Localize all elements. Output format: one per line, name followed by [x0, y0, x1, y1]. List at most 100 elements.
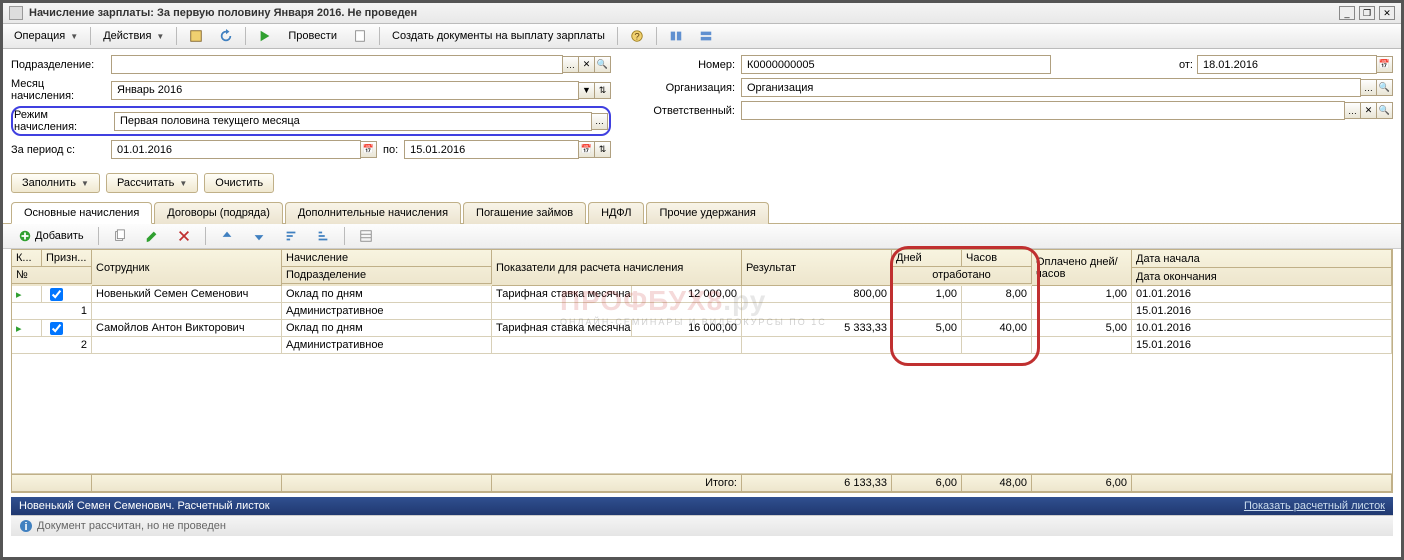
resp-clear-btn[interactable]: ✕: [1360, 102, 1377, 119]
org-search-btn[interactable]: 🔍: [1376, 79, 1393, 96]
fill-button[interactable]: Заполнить▼: [11, 173, 100, 193]
resp-input[interactable]: [741, 101, 1345, 120]
org-select-btn[interactable]: …: [1360, 79, 1377, 96]
status-text: Документ рассчитан, но не проведен: [37, 520, 226, 532]
actions-menu[interactable]: Действия▼: [96, 27, 171, 45]
table-row[interactable]: ▸ Самойлов Антон Викторович Оклад по дня…: [12, 320, 1392, 354]
col-result[interactable]: Результат: [742, 250, 892, 286]
subdivision-clear-btn[interactable]: ✕: [578, 56, 595, 73]
action-button-row: Заполнить▼ Рассчитать▼ Очистить: [3, 169, 1401, 201]
month-stepper-btn[interactable]: ⇅: [594, 82, 611, 99]
data-grid[interactable]: К... Призн... № Сотрудник Начисление Под…: [11, 249, 1393, 493]
minimize-button[interactable]: _: [1339, 6, 1355, 20]
tab-other[interactable]: Прочие удержания: [646, 202, 768, 224]
tab-contracts[interactable]: Договоры (подряда): [154, 202, 283, 224]
tab-loans[interactable]: Погашение займов: [463, 202, 586, 224]
provesti-button[interactable]: Провести: [281, 27, 344, 45]
mode-select-btn[interactable]: …: [591, 113, 608, 130]
info-icon: i: [19, 519, 33, 533]
mode-input[interactable]: [114, 112, 592, 131]
date-input[interactable]: [1197, 55, 1377, 74]
number-input[interactable]: [741, 55, 1051, 74]
operation-menu[interactable]: Операция▼: [7, 27, 85, 45]
col-accrual[interactable]: Начисление: [282, 250, 492, 267]
col-hours[interactable]: Часов: [962, 250, 1032, 267]
clear-button[interactable]: Очистить: [204, 173, 274, 193]
col-k[interactable]: К...: [12, 250, 42, 267]
resp-label: Ответственный:: [651, 105, 741, 117]
app-icon: [9, 6, 23, 20]
subdivision-search-btn[interactable]: 🔍: [594, 56, 611, 73]
row1-check[interactable]: [50, 288, 63, 301]
copy-row-icon[interactable]: [106, 226, 134, 246]
month-label: Месяц начисления:: [11, 78, 111, 102]
period-from-label: За период с:: [11, 144, 111, 156]
table-row[interactable]: ▸ Новенький Семен Семенович Оклад по дня…: [12, 286, 1392, 320]
col-dstart[interactable]: Дата начала: [1132, 250, 1392, 268]
sort-asc-icon[interactable]: [277, 226, 305, 246]
col-n[interactable]: №: [12, 267, 92, 284]
number-label: Номер:: [651, 59, 741, 71]
period-from-cal-icon[interactable]: 📅: [360, 141, 377, 158]
tb-icon-1[interactable]: [182, 26, 210, 46]
date-label: от:: [1175, 59, 1197, 71]
col-paid[interactable]: Оплачено дней/часов: [1032, 250, 1132, 286]
row2-check[interactable]: [50, 322, 63, 335]
show-payslip-link[interactable]: Показать расчетный листок: [1244, 500, 1385, 512]
status-bar-payslip: Новенький Семен Семенович. Расчетный лис…: [11, 497, 1393, 515]
col-days[interactable]: Дней: [892, 250, 962, 267]
window-title: Начисление зарплаты: За первую половину …: [29, 7, 1335, 19]
maximize-button[interactable]: ❐: [1359, 6, 1375, 20]
tb-doc-icon[interactable]: [346, 26, 374, 46]
tb-play-icon[interactable]: [251, 26, 279, 46]
move-down-icon[interactable]: [245, 226, 273, 246]
tab-ndfl[interactable]: НДФЛ: [588, 202, 644, 224]
col-worked[interactable]: отработано: [892, 267, 1032, 284]
period-to-cal-icon[interactable]: 📅: [578, 141, 595, 158]
sort-desc-icon[interactable]: [309, 226, 337, 246]
form-area: Подразделение: … ✕ 🔍 Месяц начисления: ▼…: [3, 49, 1401, 169]
tab-bar: Основные начисления Договоры (подряда) Д…: [3, 201, 1401, 224]
period-to-label: по:: [377, 144, 404, 156]
org-input[interactable]: [741, 78, 1361, 97]
create-docs-button[interactable]: Создать документы на выплату зарплаты: [385, 27, 612, 45]
svg-text:?: ?: [634, 32, 639, 43]
mode-label: Режим начисления:: [14, 109, 114, 133]
period-stepper-btn[interactable]: ⇅: [594, 141, 611, 158]
month-dd-btn[interactable]: ▼: [578, 82, 595, 99]
resp-select-btn[interactable]: …: [1344, 102, 1361, 119]
subdivision-select-btn[interactable]: …: [562, 56, 579, 73]
move-up-icon[interactable]: [213, 226, 241, 246]
grid-settings-icon[interactable]: [352, 226, 380, 246]
subdivision-label: Подразделение:: [11, 59, 111, 71]
tb-help-icon[interactable]: ?: [623, 26, 651, 46]
date-cal-icon[interactable]: 📅: [1376, 56, 1393, 73]
edit-row-icon[interactable]: [138, 226, 166, 246]
period-from-input[interactable]: [111, 140, 361, 159]
tab-extra[interactable]: Дополнительные начисления: [285, 202, 461, 224]
period-to-input[interactable]: [404, 140, 579, 159]
calc-button[interactable]: Рассчитать▼: [106, 173, 198, 193]
tab-main[interactable]: Основные начисления: [11, 202, 152, 224]
svg-text:i: i: [24, 521, 27, 533]
grid-footer: Итого: 6 133,33 6,00 48,00 6,00: [12, 474, 1392, 492]
month-input[interactable]: [111, 81, 579, 100]
col-indicators[interactable]: Показатели для расчета начисления: [492, 250, 742, 286]
org-label: Организация:: [651, 82, 741, 94]
grid-toolbar: Добавить: [3, 224, 1401, 249]
toolbar: Операция▼ Действия▼ Провести Создать док…: [3, 24, 1401, 49]
close-button[interactable]: ✕: [1379, 6, 1395, 20]
tb-refresh-icon[interactable]: [212, 26, 240, 46]
status-employee: Новенький Семен Семенович. Расчетный лис…: [19, 500, 270, 512]
col-employee[interactable]: Сотрудник: [92, 250, 282, 286]
resp-search-btn[interactable]: 🔍: [1376, 102, 1393, 119]
titlebar: Начисление зарплаты: За первую половину …: [3, 3, 1401, 24]
add-row-button[interactable]: Добавить: [11, 226, 91, 246]
col-pr[interactable]: Призн...: [42, 250, 92, 267]
col-dend[interactable]: Дата окончания: [1132, 268, 1392, 286]
col-subdiv[interactable]: Подразделение: [282, 267, 492, 284]
tb-icon-6[interactable]: [692, 26, 720, 46]
delete-row-icon[interactable]: [170, 226, 198, 246]
tb-icon-5[interactable]: [662, 26, 690, 46]
subdivision-input[interactable]: [111, 55, 563, 74]
